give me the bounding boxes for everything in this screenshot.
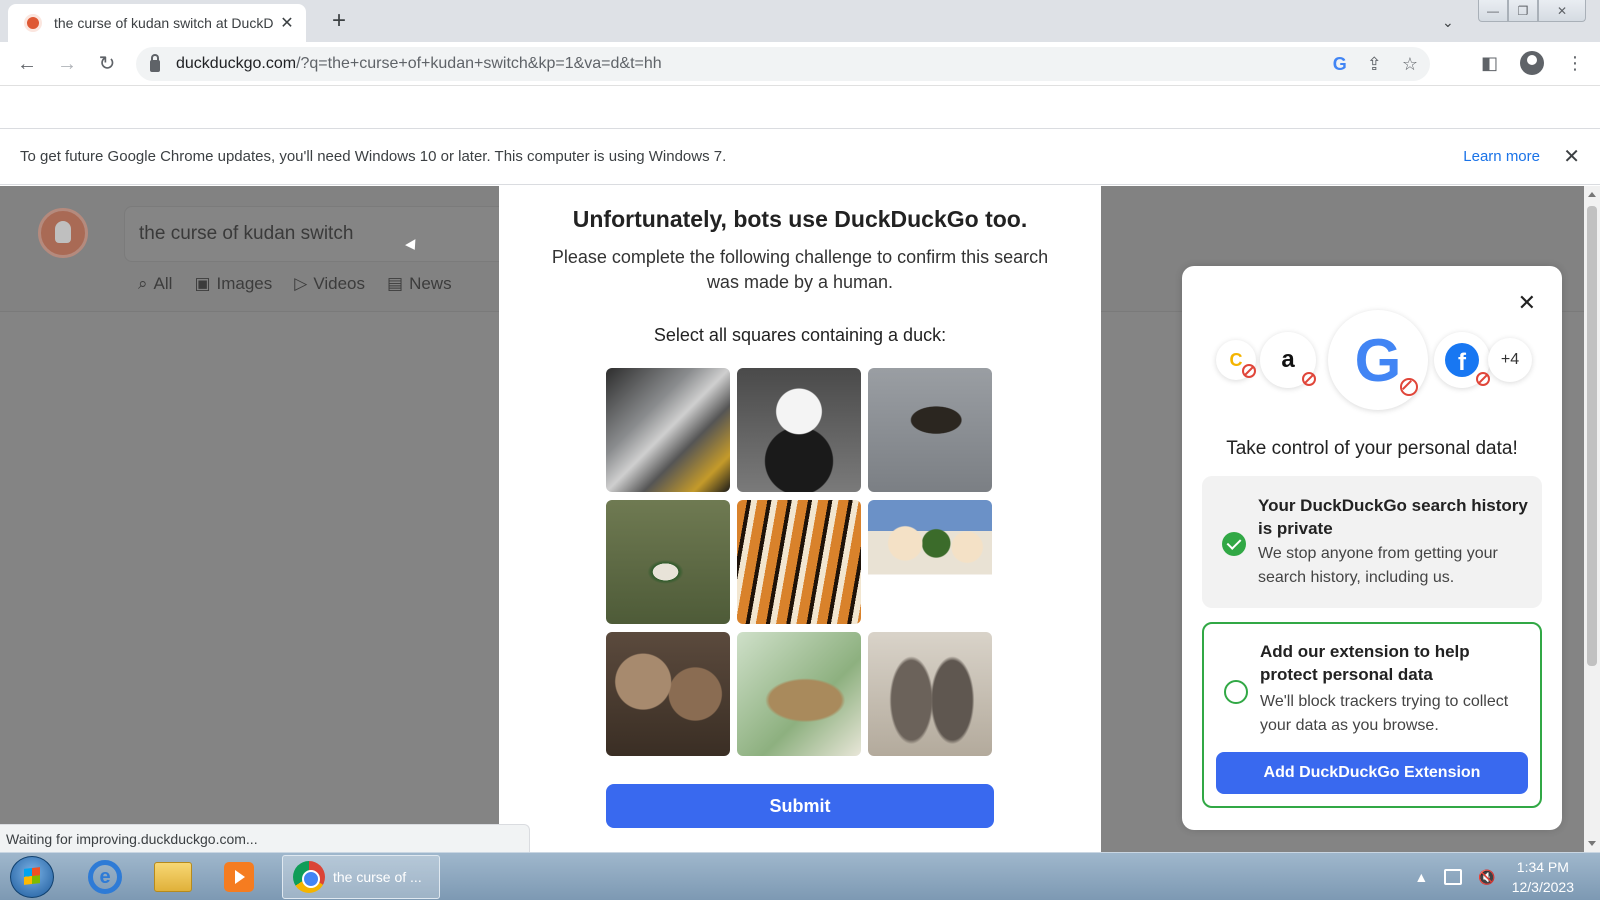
profile-avatar-icon[interactable]	[1520, 51, 1544, 75]
captcha-instruction: Select all squares containing a duck:	[653, 325, 947, 345]
infobar-message: To get future Google Chrome updates, you…	[20, 148, 727, 165]
infobar-close-icon[interactable]: ✕	[1563, 144, 1580, 169]
forward-arrow-icon[interactable]: →	[54, 51, 80, 77]
browser-toolbar: ← → ↻ duckduckgo.com/?q=the+curse+of+kud…	[0, 42, 1600, 86]
captcha-tile-bears[interactable]	[606, 632, 730, 756]
window-controls: — ❐ ✕	[1478, 0, 1586, 22]
chrome-icon	[293, 861, 325, 893]
card1-text: We stop anyone from getting your search …	[1258, 545, 1498, 586]
taskbar-clock[interactable]: 1:34 PM 12/3/2023	[1512, 857, 1574, 897]
captcha-tile-tiger[interactable]	[737, 500, 861, 624]
tab-news[interactable]: ▤ News	[387, 274, 452, 294]
search-input[interactable]: the curse of kudan switch	[124, 206, 544, 262]
tracker-brand-logos: C a G f +4	[1216, 310, 1532, 410]
share-icon[interactable]: ⇪	[1367, 54, 1382, 75]
captcha-grid	[606, 368, 994, 756]
omnibox-actions: G ⇪ ☆	[1333, 47, 1418, 81]
card2-title: Add our extension to help protect person…	[1260, 642, 1470, 684]
captcha-tile-mallard-duck[interactable]	[606, 500, 730, 624]
bookmark-star-icon[interactable]: ☆	[1402, 54, 1418, 75]
restore-button[interactable]: ❐	[1508, 0, 1538, 22]
captcha-modal: Unfortunately, bots use DuckDuckGo too. …	[499, 186, 1101, 852]
card2-text: We'll block trackers trying to collect y…	[1260, 693, 1509, 734]
status-bubble: Waiting for improving.duckduckgo.com...	[0, 824, 530, 852]
search-icon: ⌕	[138, 274, 148, 293]
media-player-icon[interactable]	[210, 857, 268, 897]
volume-muted-icon[interactable]: 🔇	[1478, 869, 1495, 886]
amazon-logo-icon: a	[1260, 332, 1316, 388]
learn-more-link[interactable]: Learn more	[1463, 148, 1540, 165]
tab-videos[interactable]: ▷ Videos	[294, 274, 365, 294]
google-lens-icon[interactable]: G	[1333, 54, 1347, 75]
scroll-up-icon[interactable]	[1588, 192, 1596, 197]
captcha-tile-dogs-on-balcony[interactable]	[868, 500, 992, 624]
internet-explorer-icon[interactable]: e	[76, 857, 134, 897]
minimize-button[interactable]: —	[1478, 0, 1508, 22]
tab-close-icon[interactable]: ✕	[278, 13, 296, 33]
captcha-tile-duck-swimming[interactable]	[868, 368, 992, 492]
submit-button[interactable]: Submit	[606, 784, 994, 828]
tab-all[interactable]: ⌕ All	[138, 274, 172, 294]
scrollbar-thumb[interactable]	[1587, 206, 1597, 666]
taskbar-chrome-label: the curse of ...	[333, 869, 422, 885]
update-infobar: To get future Google Chrome updates, you…	[0, 128, 1600, 185]
taskbar-chrome-window[interactable]: the curse of ...	[282, 855, 440, 899]
page-scrollbar[interactable]	[1584, 186, 1600, 852]
duckduckgo-favicon-icon	[24, 14, 42, 32]
windows-taskbar: e the curse of ... ▲ 🔇 1:34 PM 12/3/2023	[0, 852, 1600, 900]
captcha-tile-duck-illustration[interactable]	[737, 632, 861, 756]
facebook-logo-icon: f	[1434, 332, 1490, 388]
google-logo-icon: G	[1328, 310, 1428, 410]
url-text: duckduckgo.com/?q=the+curse+of+kudan+swi…	[176, 55, 662, 72]
card1-title: Your DuckDuckGo search history is privat…	[1258, 496, 1528, 538]
search-tabs: ⌕ All ▣ Images ▷ Videos ▤ News	[138, 274, 452, 294]
duckduckgo-logo-icon[interactable]	[38, 208, 88, 258]
reload-icon[interactable]: ↻	[94, 51, 120, 77]
captcha-tile-fish[interactable]	[606, 368, 730, 492]
clock-time: 1:34 PM	[1516, 859, 1569, 875]
system-tray: ▲ 🔇 1:34 PM 12/3/2023	[1414, 857, 1574, 897]
captcha-tile-sea-lions[interactable]	[868, 632, 992, 756]
image-icon: ▣	[194, 274, 211, 293]
checkmark-icon	[1222, 532, 1246, 556]
side-panel-icon[interactable]: ◧	[1481, 53, 1498, 74]
tab-strip: the curse of kudan switch at DuckDuckGo …	[0, 0, 1600, 42]
toolbar-right: ◧ ⋮	[1481, 51, 1584, 75]
start-button[interactable]	[10, 856, 54, 898]
browser-tab[interactable]: the curse of kudan switch at DuckDuckGo …	[8, 4, 306, 42]
lock-icon[interactable]	[150, 53, 160, 72]
new-tab-button[interactable]: +	[326, 8, 352, 34]
more-trackers-count: +4	[1488, 338, 1532, 382]
close-window-button[interactable]: ✕	[1538, 0, 1586, 22]
captcha-title: Unfortunately, bots use DuckDuckGo too.	[572, 206, 1028, 232]
news-icon: ▤	[387, 274, 404, 293]
clock-date: 12/3/2023	[1511, 879, 1574, 895]
private-history-card: Your DuckDuckGo search history is privat…	[1202, 476, 1542, 608]
tab-images[interactable]: ▣ Images	[194, 274, 272, 294]
add-extension-button[interactable]: Add DuckDuckGo Extension	[1216, 752, 1528, 794]
extension-card: Add our extension to help protect person…	[1202, 622, 1542, 808]
captcha-subtitle: Please complete the following challenge …	[551, 247, 1049, 292]
page-content: the curse of kudan switch ⌕ All ▣ Images ▷…	[0, 186, 1584, 852]
promo-title: Take control of your personal data!	[1226, 438, 1518, 459]
play-icon: ▷	[294, 274, 308, 293]
tray-expand-icon[interactable]: ▲	[1414, 869, 1428, 885]
file-explorer-icon[interactable]	[144, 857, 202, 897]
menu-kebab-icon[interactable]: ⋮	[1566, 53, 1584, 74]
empty-circle-icon	[1224, 680, 1248, 704]
network-icon[interactable]	[1444, 869, 1463, 885]
tab-search-icon[interactable]: ⌄	[1442, 14, 1454, 31]
tracker-logo-icon: C	[1216, 340, 1256, 380]
privacy-promo-card: ✕ C a G f +4 Take control of your person…	[1182, 266, 1562, 830]
back-arrow-icon[interactable]: ←	[14, 51, 40, 77]
address-bar[interactable]: duckduckgo.com/?q=the+curse+of+kudan+swi…	[136, 47, 1430, 81]
scroll-down-icon[interactable]	[1588, 841, 1596, 846]
captcha-tile-panda[interactable]	[737, 368, 861, 492]
tab-title: the curse of kudan switch at DuckDuckGo	[54, 15, 274, 31]
